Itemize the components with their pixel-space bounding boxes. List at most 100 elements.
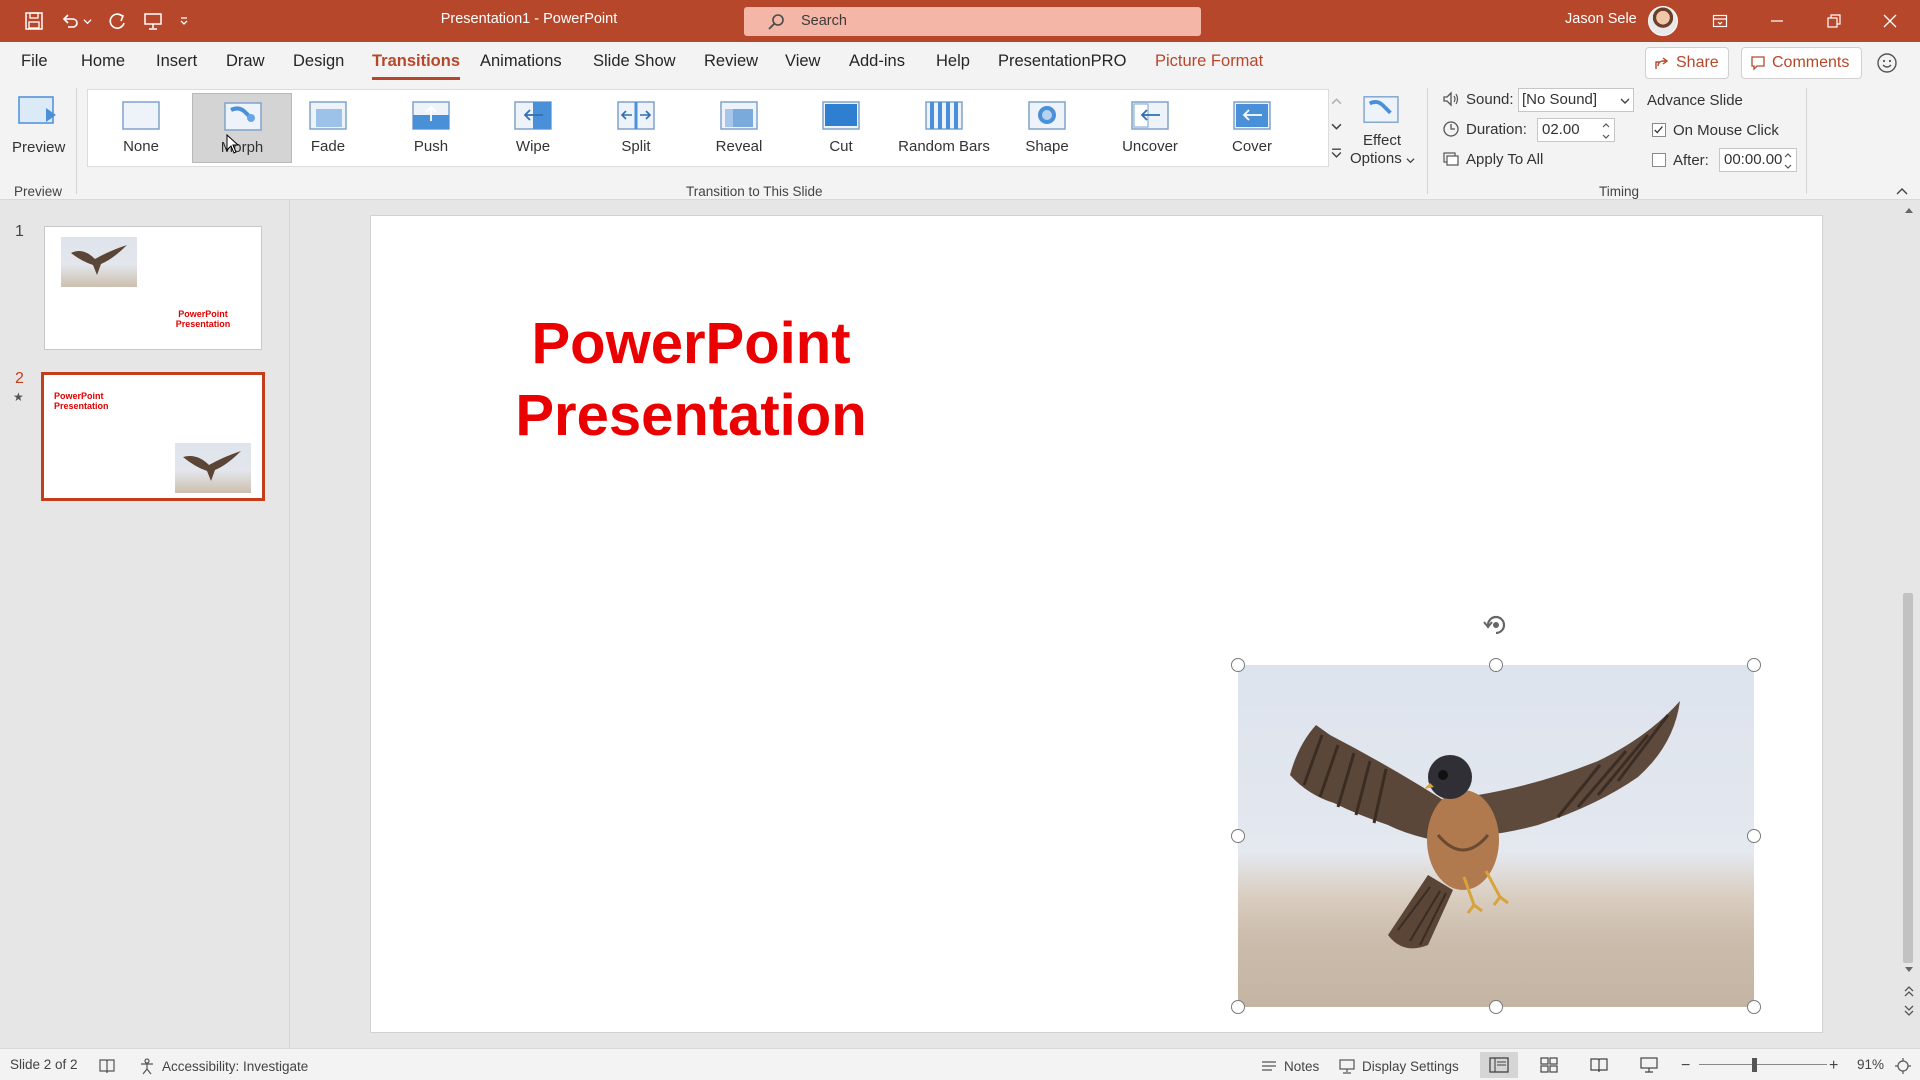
resize-handle-left[interactable] — [1231, 829, 1245, 843]
transition-fade[interactable]: Fade — [278, 93, 378, 163]
slide-title[interactable]: PowerPoint Presentation — [461, 308, 921, 452]
resize-handle-top-right[interactable] — [1747, 658, 1761, 672]
preview-icon — [18, 96, 56, 124]
zoom-level[interactable]: 91% — [1857, 1057, 1884, 1072]
transition-uncover[interactable]: Uncover — [1100, 93, 1200, 163]
duration-spinner[interactable] — [1600, 117, 1612, 145]
fit-slide-icon[interactable] — [1894, 1057, 1912, 1075]
rotate-handle-icon[interactable] — [1479, 608, 1513, 642]
morph-transition-icon — [224, 102, 262, 131]
transition-shape[interactable]: Shape — [997, 93, 1097, 163]
transition-morph[interactable]: Morph — [192, 93, 292, 163]
zoom-slider-track[interactable] — [1699, 1064, 1827, 1065]
tab-picture-format[interactable]: Picture Format — [1155, 52, 1263, 71]
advance-slide-title: Advance Slide — [1647, 92, 1743, 109]
normal-view-button[interactable] — [1480, 1052, 1518, 1078]
tab-slide-show[interactable]: Slide Show — [593, 52, 676, 71]
transition-gallery: None Morph Fade Push Wipe Split Reveal C… — [87, 89, 1329, 167]
resize-handle-top[interactable] — [1489, 658, 1503, 672]
spelling-check-icon[interactable] — [98, 1057, 116, 1075]
share-label: Share — [1676, 54, 1719, 71]
resize-handle-bottom[interactable] — [1489, 1000, 1503, 1014]
chevron-down-icon — [1620, 98, 1630, 104]
close-icon[interactable] — [1862, 0, 1918, 42]
minimize-icon[interactable] — [1749, 0, 1805, 42]
tab-presentationpro[interactable]: PresentationPRO — [998, 52, 1126, 71]
effect-options-button[interactable]: Effect Options — [1348, 92, 1416, 182]
after-time-spinner[interactable] — [1782, 147, 1794, 175]
transition-cover[interactable]: Cover — [1202, 93, 1302, 163]
slide-canvas[interactable]: PowerPoint Presentation — [370, 215, 1823, 1033]
slide-number-1: 1 — [15, 223, 24, 240]
zoom-out-icon[interactable]: − — [1681, 1057, 1690, 1075]
transition-cut[interactable]: Cut — [791, 93, 891, 163]
resize-handle-right[interactable] — [1747, 829, 1761, 843]
comments-button[interactable]: Comments — [1741, 47, 1862, 79]
mouse-cursor-icon — [226, 134, 240, 154]
tab-review[interactable]: Review — [704, 52, 758, 71]
scrollbar-thumb[interactable] — [1903, 593, 1913, 963]
fade-transition-icon — [309, 101, 347, 130]
user-name[interactable]: Jason Sele — [1565, 11, 1637, 27]
sound-label: Sound: — [1466, 90, 1514, 108]
tab-insert[interactable]: Insert — [156, 52, 197, 71]
collapse-ribbon-icon[interactable] — [1896, 186, 1908, 196]
transition-wipe[interactable]: Wipe — [483, 93, 583, 163]
tab-animations[interactable]: Animations — [480, 52, 562, 71]
gallery-more[interactable] — [1326, 140, 1346, 164]
after-checkbox[interactable] — [1652, 153, 1666, 167]
duration-row: Duration: — [1442, 120, 1527, 138]
tab-file[interactable]: File — [21, 52, 48, 71]
scroll-up-icon[interactable] — [1904, 206, 1914, 214]
slide-thumbnail-1[interactable]: PowerPoint Presentation — [44, 226, 262, 350]
resize-handle-top-left[interactable] — [1231, 658, 1245, 672]
sound-dropdown[interactable]: [No Sound] — [1518, 88, 1634, 112]
display-settings-button[interactable]: Display Settings — [1338, 1057, 1459, 1075]
slide-thumbnail-2[interactable]: PowerPoint Presentation — [41, 372, 265, 501]
notes-button[interactable]: Notes — [1260, 1057, 1319, 1075]
restore-icon[interactable] — [1806, 0, 1862, 42]
next-slide-icon[interactable] — [1904, 1004, 1914, 1016]
notes-icon — [1262, 1061, 1276, 1071]
previous-slide-icon[interactable] — [1904, 986, 1914, 998]
resize-handle-bottom-right[interactable] — [1747, 1000, 1761, 1014]
accessibility-status[interactable]: Accessibility: Investigate — [138, 1057, 308, 1075]
tab-add-ins[interactable]: Add-ins — [849, 52, 905, 71]
slide-sorter-icon — [1540, 1057, 1558, 1073]
reading-view-button[interactable] — [1580, 1052, 1618, 1078]
tab-draw[interactable]: Draw — [226, 52, 265, 71]
feedback-smiley-icon[interactable] — [1876, 52, 1898, 74]
slide-show-button[interactable] — [1630, 1052, 1668, 1078]
transition-random-bars[interactable]: Random Bars — [894, 93, 994, 163]
on-mouse-click-checkbox[interactable] — [1652, 123, 1666, 137]
preview-button[interactable]: Preview — [8, 92, 66, 162]
checkmark-icon — [1654, 126, 1663, 134]
effect-options-label-1: Effect — [1362, 132, 1402, 149]
push-transition-icon — [412, 101, 450, 130]
normal-view-icon — [1489, 1057, 1509, 1073]
avatar[interactable] — [1648, 6, 1678, 36]
tab-view[interactable]: View — [785, 52, 820, 71]
apply-to-all-button[interactable]: Apply To All — [1442, 150, 1543, 168]
falcon-photo[interactable] — [1238, 665, 1754, 1007]
transition-push[interactable]: Push — [381, 93, 481, 163]
clock-icon — [1443, 121, 1459, 137]
resize-handle-bottom-left[interactable] — [1231, 1000, 1245, 1014]
zoom-slider-thumb[interactable] — [1752, 1058, 1757, 1072]
scroll-down-icon[interactable] — [1904, 966, 1914, 974]
gallery-scroll-down[interactable] — [1326, 114, 1346, 138]
search-box[interactable]: Search — [744, 7, 1201, 36]
tab-transitions[interactable]: Transitions — [372, 52, 461, 80]
tab-home[interactable]: Home — [81, 52, 125, 71]
slide-sorter-button[interactable] — [1530, 1052, 1568, 1078]
ribbon-display-options-icon[interactable] — [1692, 0, 1748, 42]
transition-split[interactable]: Split — [586, 93, 686, 163]
zoom-in-icon[interactable]: + — [1829, 1057, 1838, 1075]
tab-help[interactable]: Help — [936, 52, 970, 71]
transition-none[interactable]: None — [91, 93, 191, 163]
gallery-scroll-up[interactable] — [1326, 89, 1346, 113]
share-button[interactable]: Share — [1645, 47, 1729, 79]
transition-reveal[interactable]: Reveal — [689, 93, 789, 163]
tab-design[interactable]: Design — [293, 52, 344, 71]
on-mouse-click-label: On Mouse Click — [1673, 122, 1779, 139]
